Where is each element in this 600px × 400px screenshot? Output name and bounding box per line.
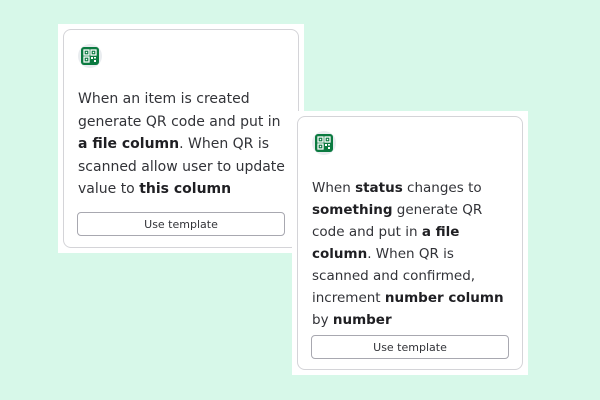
description-highlight: this column bbox=[139, 181, 232, 197]
template-card: When status changes to something generat… bbox=[297, 116, 523, 370]
template-card-frame: When status changes to something generat… bbox=[292, 111, 528, 375]
use-template-button[interactable]: Use template bbox=[311, 335, 509, 359]
template-description: When an item is created generate QR code… bbox=[78, 88, 288, 201]
description-text: When bbox=[312, 180, 356, 196]
description-text: by bbox=[312, 312, 333, 328]
qr-code-icon bbox=[312, 131, 336, 155]
description-text: changes to bbox=[402, 180, 482, 196]
template-description: When status changes to something generat… bbox=[312, 177, 512, 331]
description-highlight: status bbox=[355, 180, 403, 196]
description-highlight: number column bbox=[384, 290, 504, 306]
template-card-frame: When an item is created generate QR code… bbox=[58, 24, 304, 253]
qr-code-icon bbox=[78, 44, 102, 68]
description-text: When an item is created generate QR code… bbox=[78, 91, 281, 130]
template-card: When an item is created generate QR code… bbox=[63, 29, 299, 248]
description-highlight: number bbox=[332, 312, 392, 328]
description-highlight: something bbox=[312, 202, 393, 218]
use-template-button[interactable]: Use template bbox=[77, 212, 285, 236]
description-highlight: a file column bbox=[78, 136, 180, 152]
